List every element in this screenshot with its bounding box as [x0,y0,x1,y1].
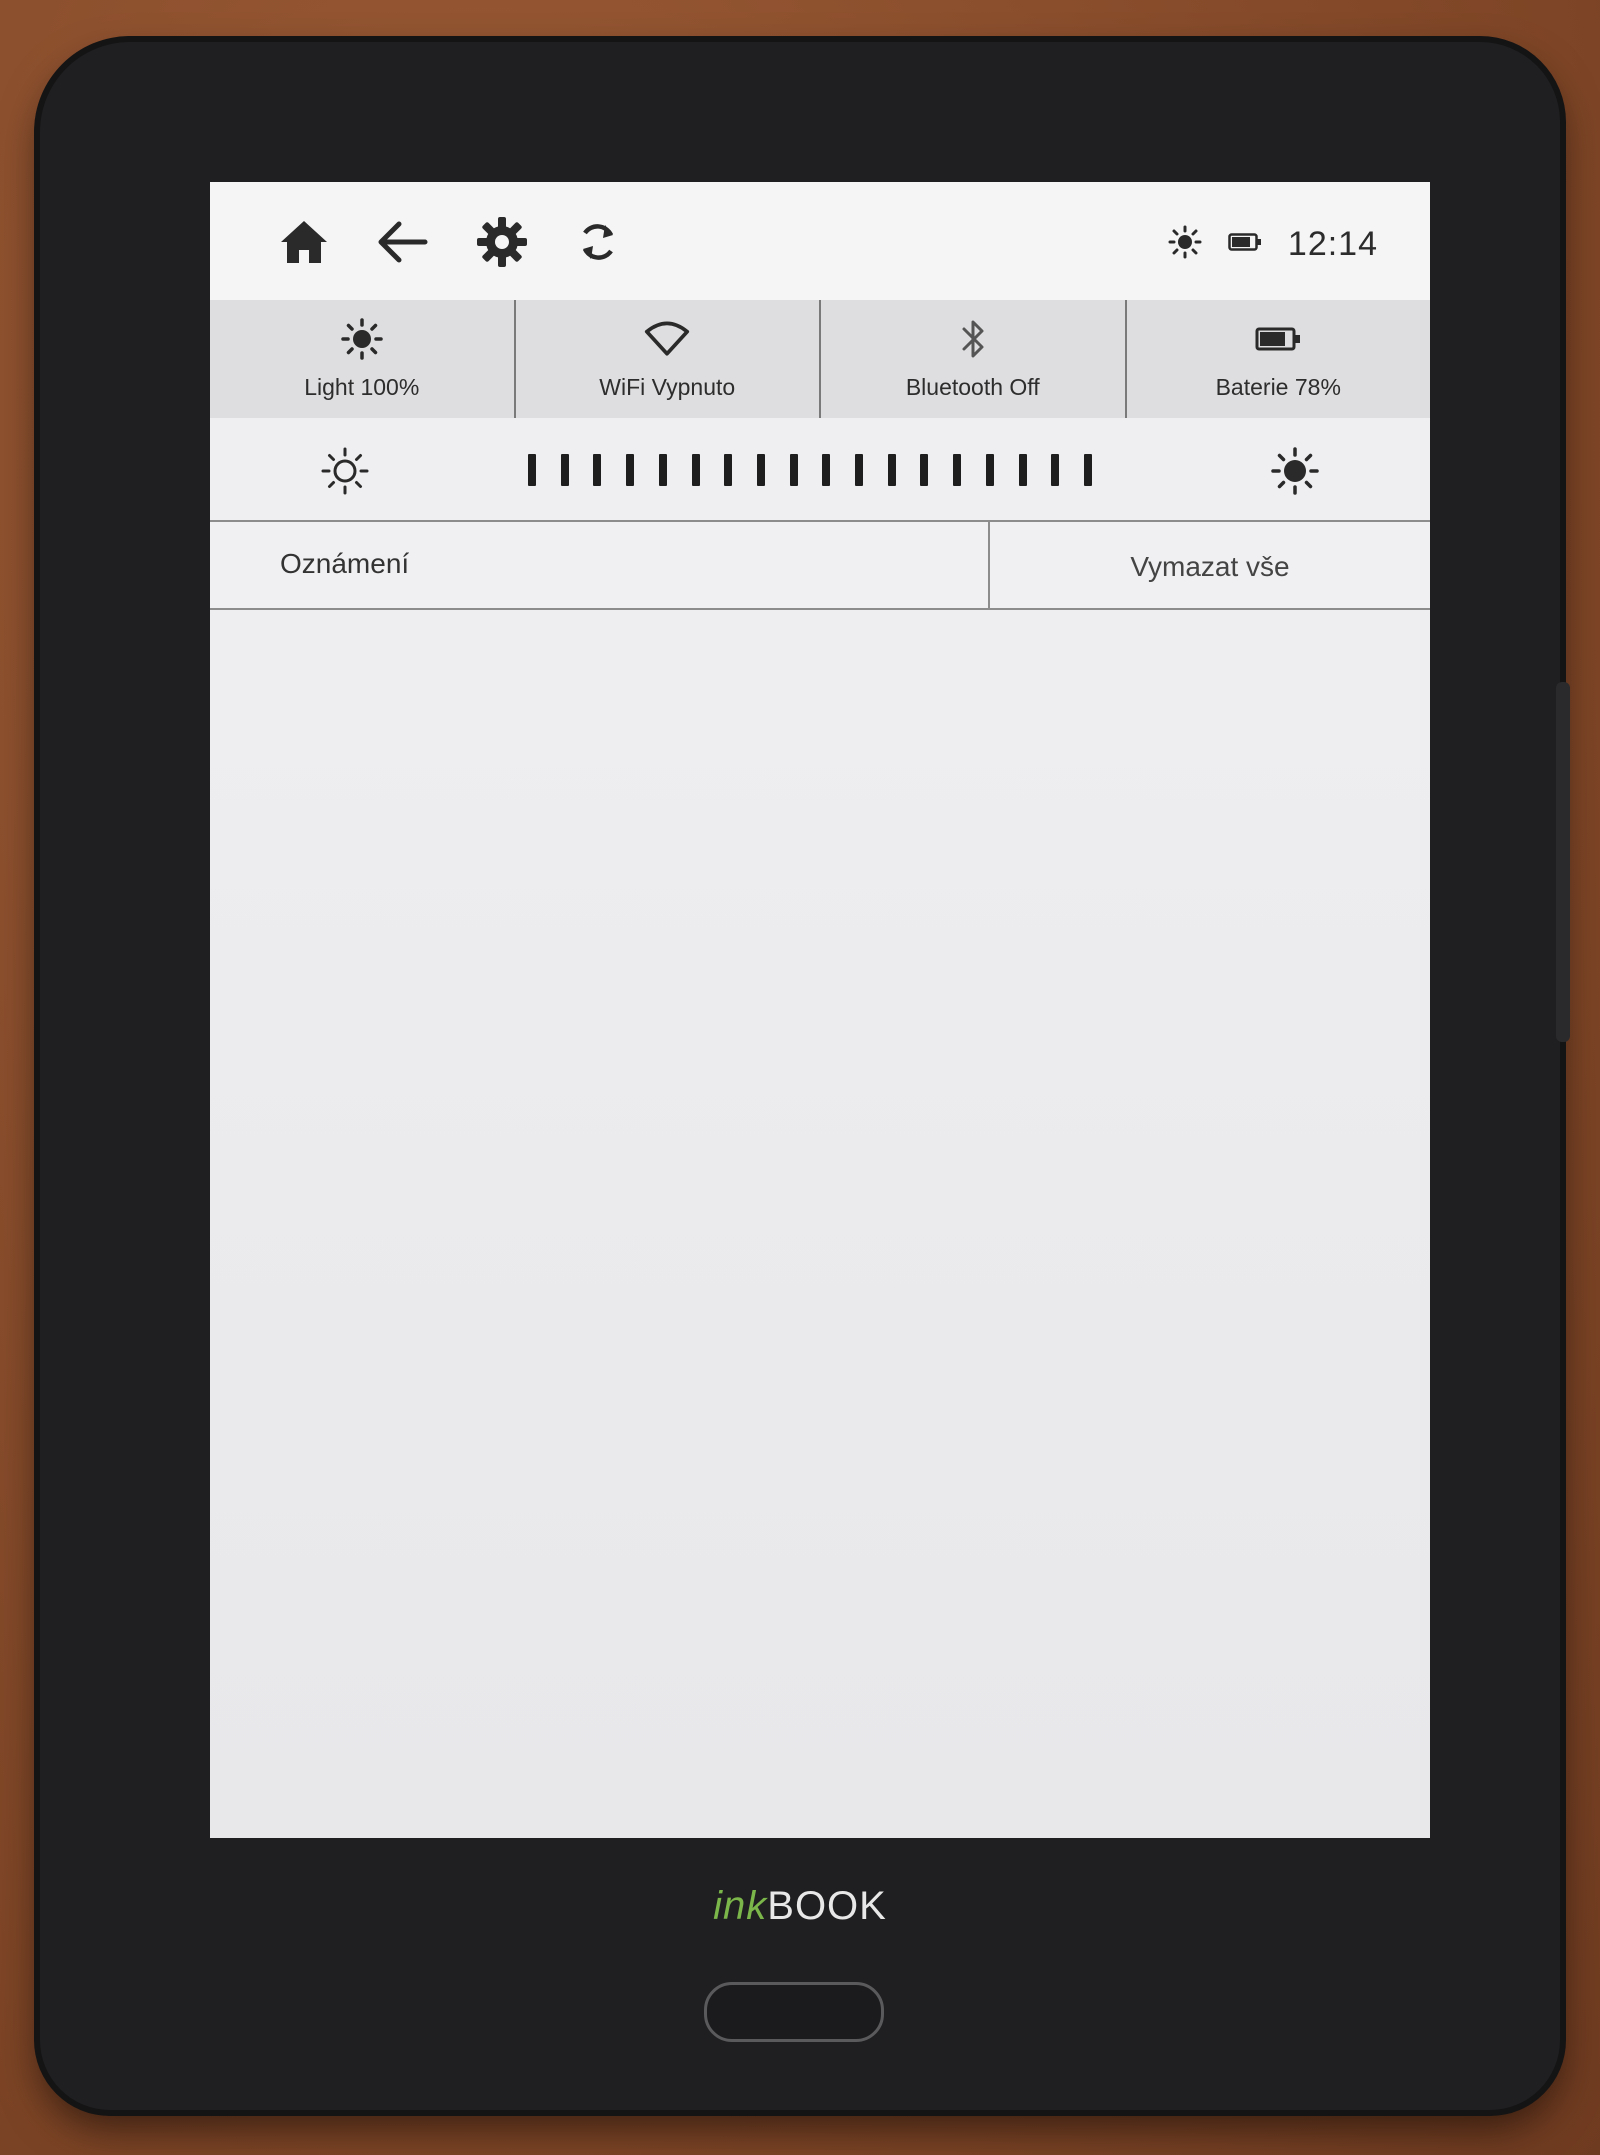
sun-icon [339,316,385,362]
brightness-tick[interactable] [560,454,569,486]
device-side-edge [1556,682,1570,1042]
brightness-tick[interactable] [626,454,635,486]
tile-wifi-label: WiFi Vypnuto [599,374,736,400]
notifications-title: Oznámení [210,522,990,608]
tile-bluetooth-label: Bluetooth Off [905,374,1040,400]
ereader-device: 12:14 Light 100% WiFi Vypnuto Bluetooth … [40,42,1570,2110]
quick-settings-tiles: Light 100% WiFi Vypnuto Bluetooth Off Ba… [210,300,1430,418]
tile-light-label: Light 100% [304,374,420,400]
tile-battery-label: Baterie 78% [1215,374,1341,400]
brightness-tick[interactable] [724,454,733,486]
brightness-tick[interactable] [528,454,536,486]
gear-icon[interactable] [470,210,534,274]
brightness-tick[interactable] [953,454,962,486]
tile-bluetooth[interactable]: Bluetooth Off [821,300,1127,418]
sync-icon[interactable] [566,210,630,274]
back-arrow-icon[interactable] [370,210,434,274]
brightness-tick[interactable] [1018,454,1027,486]
brightness-tick[interactable] [985,454,994,486]
sun-icon [1168,225,1202,264]
brightness-tick[interactable] [920,454,929,486]
notifications-header: Oznámení Vymazat vše [210,522,1430,610]
tile-light[interactable]: Light 100% [210,300,516,418]
notifications-list [210,612,1430,1838]
brightness-tick[interactable] [691,454,700,486]
logo-suffix: BOOK [767,1884,887,1928]
brightness-row [210,418,1430,522]
brightness-tick[interactable] [593,454,602,486]
status-indicators: 12:14 [1168,222,1378,266]
tile-battery[interactable]: Baterie 78% [1127,300,1431,418]
brightness-tick[interactable] [855,454,864,486]
brightness-tick[interactable] [1051,454,1060,486]
home-icon[interactable] [272,210,336,274]
device-logo: inkBOOK [40,1884,1560,1929]
eink-screen: 12:14 Light 100% WiFi Vypnuto Bluetooth … [210,182,1430,1838]
brightness-slider[interactable] [528,454,1092,488]
bluetooth-icon [950,316,996,362]
brightness-tick[interactable] [789,454,798,486]
logo-prefix: ink [713,1884,768,1928]
clock-time: 12:14 [1287,224,1378,263]
battery-icon [1228,232,1262,257]
brightness-high-icon[interactable] [1270,446,1320,496]
brightness-tick[interactable] [887,454,896,486]
clear-all-button[interactable]: Vymazat vše [990,522,1430,608]
battery-icon [1255,316,1301,362]
brightness-tick[interactable] [756,454,765,486]
brightness-tick[interactable] [822,454,831,486]
wifi-icon [644,316,690,362]
hardware-home-button[interactable] [704,1982,884,2042]
brightness-low-icon[interactable] [320,446,370,496]
status-bar: 12:14 [210,182,1430,300]
brightness-tick[interactable] [658,454,667,486]
brightness-tick[interactable] [1083,454,1092,486]
tile-wifi[interactable]: WiFi Vypnuto [516,300,821,418]
